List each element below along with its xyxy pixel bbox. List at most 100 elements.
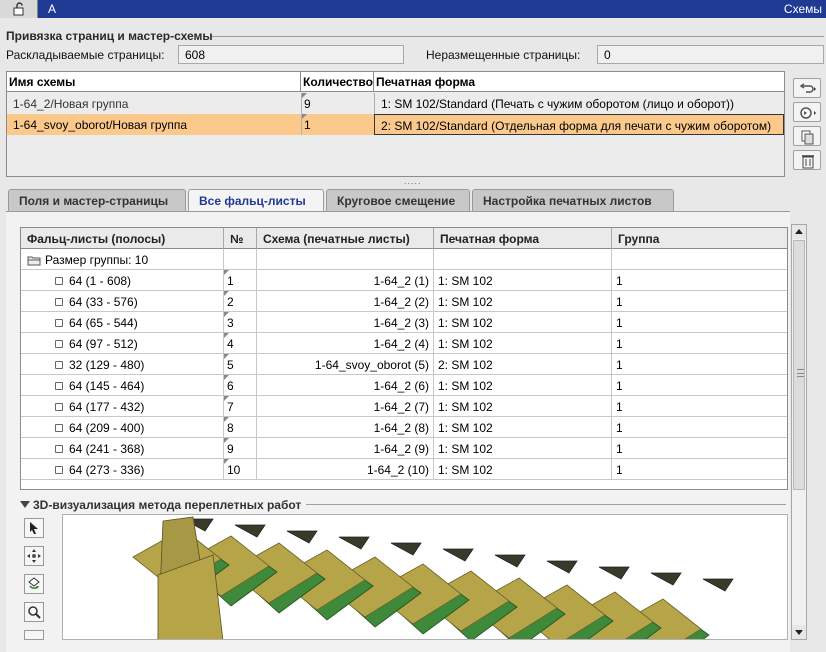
viz-pan-tool[interactable]	[24, 546, 44, 566]
panel-splitter[interactable]: .....	[0, 176, 826, 186]
add-schema-button[interactable]	[793, 78, 821, 98]
replace-schema-button[interactable]	[793, 102, 821, 122]
viz-section-title[interactable]: 3D-визуализация метода переплетных работ	[20, 498, 306, 512]
col-group[interactable]: Группа	[612, 228, 787, 249]
tab-fields-master-pages[interactable]: Поля и мастер-страницы	[8, 189, 186, 211]
tab-circular-shift[interactable]: Круговое смещение	[326, 189, 470, 211]
schema-print-form[interactable]: 2: SM 102/Standard (Отдельная форма для …	[374, 114, 784, 135]
unplaced-pages-label: Неразмещенные страницы:	[426, 48, 581, 62]
viz-extra-tool[interactable]	[24, 630, 44, 640]
fold-cell-num[interactable]: 3	[224, 312, 257, 333]
fold-cell-text: 64 (273 - 336)	[69, 463, 145, 477]
scroll-thumb[interactable]	[793, 240, 805, 490]
viz-3d-canvas[interactable]	[62, 514, 788, 640]
fold-cell-text: 1	[616, 379, 623, 393]
fold-cell-schema: 1-64_2 (3)	[257, 312, 434, 333]
tab-print-sheet-setup[interactable]: Настройка печатных листов	[472, 189, 674, 211]
group-size-label: Размер группы: 10	[45, 253, 149, 267]
viz-zoom-tool[interactable]	[24, 602, 44, 622]
fold-cell-num[interactable]: 4	[224, 333, 257, 354]
tab-all-fold-sheets[interactable]: Все фальц-листы	[188, 189, 324, 212]
fold-sheet-row[interactable]: 64 (33 - 576) 2 1-64_2 (2) 1: SM 102 1	[21, 291, 787, 312]
fold-cell-text: 1	[616, 337, 623, 351]
fold-cell-schema: 1-64_2 (9)	[257, 438, 434, 459]
schema-count[interactable]: 9	[301, 93, 374, 114]
fold-cell-schema: 1-64_2 (10)	[257, 459, 434, 480]
delete-schema-button[interactable]	[793, 150, 821, 170]
empty-cell	[434, 249, 612, 270]
fold-cell-form: 1: SM 102	[434, 459, 612, 480]
vertical-scrollbar[interactable]	[791, 224, 807, 640]
col-count[interactable]: Количество	[301, 72, 374, 92]
checkbox-icon[interactable]	[55, 361, 63, 369]
col-fold-sheets[interactable]: Фальц-листы (полосы)	[21, 228, 224, 249]
fold-sheet-row[interactable]: 64 (145 - 464) 6 1-64_2 (6) 1: SM 102 1	[21, 375, 787, 396]
fold-cell-text: 1-64_svoy_oborot (5)	[314, 358, 429, 372]
fold-cell-text: 2	[227, 295, 234, 309]
col-print-form[interactable]: Печатная форма	[374, 72, 784, 92]
fold-cell-text: 1	[616, 316, 623, 330]
fold-cell-form: 1: SM 102	[434, 270, 612, 291]
fold-cell-text: 1-64_2 (8)	[373, 421, 429, 435]
checkbox-icon[interactable]	[55, 382, 63, 390]
fold-cell-num[interactable]: 6	[224, 375, 257, 396]
lock-toggle-button[interactable]	[0, 0, 38, 18]
fold-cell-num[interactable]: 10	[224, 459, 257, 480]
schema-properties-button[interactable]	[793, 126, 821, 146]
col-schema-name[interactable]: Имя схемы	[7, 72, 301, 92]
unplaced-pages-field: 0	[597, 45, 824, 64]
checkbox-icon[interactable]	[55, 466, 63, 474]
fold-cell-text: 1	[616, 421, 623, 435]
fold-cell-num[interactable]: 2	[224, 291, 257, 312]
checkbox-icon[interactable]	[55, 403, 63, 411]
checkbox-icon[interactable]	[55, 445, 63, 453]
col-number[interactable]: №	[224, 228, 257, 249]
fold-sheet-row[interactable]: 64 (97 - 512) 4 1-64_2 (4) 1: SM 102 1	[21, 333, 787, 354]
scroll-down-button[interactable]	[792, 625, 806, 639]
fold-cell-form: 1: SM 102	[434, 375, 612, 396]
fold-cell-num[interactable]: 1	[224, 270, 257, 291]
fold-sheet-row[interactable]: 64 (209 - 400) 8 1-64_2 (8) 1: SM 102 1	[21, 417, 787, 438]
fold-cell-text: 2: SM 102	[438, 358, 493, 372]
fold-cell-num[interactable]: 9	[224, 438, 257, 459]
fold-cell-sheets: 64 (97 - 512)	[21, 333, 224, 354]
empty-cell	[224, 249, 257, 270]
fold-cell-form: 1: SM 102	[434, 291, 612, 312]
col-print-form[interactable]: Печатная форма	[434, 228, 612, 249]
checkbox-icon[interactable]	[55, 424, 63, 432]
fold-cell-num[interactable]: 5	[224, 354, 257, 375]
fold-sheet-row[interactable]: 64 (1 - 608) 1 1-64_2 (1) 1: SM 102 1	[21, 270, 787, 291]
fold-cell-num[interactable]: 8	[224, 417, 257, 438]
arrow-down-icon	[795, 630, 803, 635]
fold-sheet-row[interactable]: 64 (273 - 336) 10 1-64_2 (10) 1: SM 102 1	[21, 459, 787, 480]
scroll-up-button[interactable]	[792, 225, 806, 239]
checkbox-icon[interactable]	[55, 298, 63, 306]
schema-print-form[interactable]: 1: SM 102/Standard (Печать с чужим оборо…	[374, 93, 784, 114]
fold-cell-text: 1: SM 102	[438, 421, 493, 435]
fold-cell-schema: 1-64_2 (8)	[257, 417, 434, 438]
splitter-grip[interactable]: .....	[404, 176, 422, 186]
fold-sheet-row[interactable]: 64 (65 - 544) 3 1-64_2 (3) 1: SM 102 1	[21, 312, 787, 333]
fold-sheet-row[interactable]: 64 (177 - 432) 7 1-64_2 (7) 1: SM 102 1	[21, 396, 787, 417]
checkbox-icon[interactable]	[55, 277, 63, 285]
schema-count-value: 9	[304, 97, 311, 111]
schema-count[interactable]: 1	[301, 114, 374, 135]
schema-row[interactable]: 1-64_2/Новая группа 9 1: SM 102/Standard…	[7, 93, 784, 114]
group-row[interactable]: Размер группы: 10	[21, 249, 787, 270]
fold-sheet-row[interactable]: 32 (129 - 480) 5 1-64_svoy_oborot (5) 2: SM…	[21, 354, 787, 375]
viz-select-tool[interactable]	[24, 518, 44, 538]
schema-row-selected[interactable]: 1-64_svoy_oborot/Новая группа 1 2: SM 10…	[7, 114, 784, 135]
checkbox-icon[interactable]	[55, 319, 63, 327]
fold-cell-text: 1	[616, 400, 623, 414]
empty-cell	[612, 249, 787, 270]
col-schema-sheets[interactable]: Схема (печатные листы)	[257, 228, 434, 249]
fold-cell-num[interactable]: 7	[224, 396, 257, 417]
fold-sheet-row[interactable]: 64 (241 - 368) 9 1-64_2 (9) 1: SM 102 1	[21, 438, 787, 459]
checkbox-icon[interactable]	[55, 340, 63, 348]
sheet-shadow	[338, 536, 370, 550]
fold-cell-group: 1	[612, 291, 787, 312]
viz-rotate-tool[interactable]	[24, 574, 44, 594]
fold-cell-sheets: 64 (273 - 336)	[21, 459, 224, 480]
fold-cell-text: 5	[227, 358, 234, 372]
fold-cell-text: 1-64_2 (2)	[373, 295, 429, 309]
